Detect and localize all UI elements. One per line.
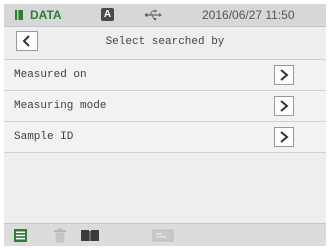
usb-icon bbox=[144, 9, 162, 21]
title-bar: Select searched by bbox=[4, 27, 326, 57]
measuring-mode-arrow-button[interactable] bbox=[274, 96, 294, 116]
chevron-right-icon bbox=[280, 131, 289, 143]
list-divider bbox=[4, 152, 326, 153]
option-label: Measured on bbox=[14, 69, 87, 81]
trash-icon[interactable] bbox=[53, 228, 67, 243]
option-measured-on[interactable]: Measured on bbox=[4, 59, 326, 90]
device-screen: DATA A 2016/06/27 11:50 Select searched … bbox=[4, 4, 326, 246]
list-icon[interactable] bbox=[13, 228, 29, 243]
app-label: DATA bbox=[30, 8, 62, 22]
data-icon bbox=[15, 10, 23, 20]
bottom-toolbar bbox=[4, 223, 326, 246]
datetime: 2016/06/27 11:50 bbox=[202, 8, 295, 22]
chevron-right-icon bbox=[280, 100, 289, 112]
mode-badge: A bbox=[101, 8, 114, 21]
page-title: Select searched by bbox=[105, 36, 225, 48]
card-icon[interactable] bbox=[152, 228, 174, 243]
status-bar: DATA A 2016/06/27 11:50 bbox=[4, 4, 326, 27]
option-sample-id[interactable]: Sample ID bbox=[4, 121, 326, 152]
option-label: Measuring mode bbox=[14, 100, 107, 112]
option-label: Sample ID bbox=[14, 131, 74, 143]
sample-id-arrow-button[interactable] bbox=[274, 127, 294, 147]
measured-on-arrow-button[interactable] bbox=[274, 65, 294, 85]
option-measuring-mode[interactable]: Measuring mode bbox=[4, 90, 326, 121]
book-icon[interactable] bbox=[80, 228, 100, 243]
chevron-right-icon bbox=[280, 69, 289, 81]
